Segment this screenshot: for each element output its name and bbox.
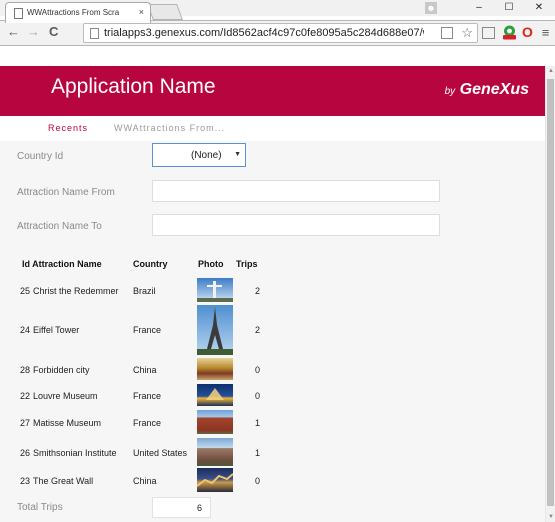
country-select-value: (None) (191, 150, 222, 161)
scrollbar-thumb[interactable] (547, 79, 554, 506)
menu-icon[interactable]: ≡ (538, 25, 553, 40)
table-row[interactable]: 27 Matisse Museum France 1 (0, 410, 545, 434)
scroll-up-icon[interactable]: ▲ (548, 68, 554, 74)
country-select[interactable]: (None) ▼ (152, 143, 246, 167)
page-icon (90, 28, 99, 39)
table-row[interactable]: 28 Forbidden city China 0 (0, 358, 545, 380)
cell-country: Brazil (133, 286, 156, 296)
cast-icon[interactable] (482, 27, 495, 39)
cell-id: 26 (20, 448, 31, 458)
forbidden-city-photo (197, 358, 233, 380)
brand-by: by (444, 86, 456, 97)
cell-country: China (133, 365, 157, 375)
great-wall-photo (197, 468, 233, 492)
tab-title: WWAttractions From Scra (27, 8, 120, 17)
table-row[interactable]: 24 Eiffel Tower France 2 (0, 305, 545, 355)
scroll-down-icon[interactable]: ▼ (548, 514, 554, 520)
matisse-museum-photo (197, 410, 233, 434)
brand-name: GeneXus (459, 81, 529, 98)
bookmark-star-icon[interactable]: ☆ (461, 25, 473, 41)
table-row[interactable]: 25 Christ the Redemmer Brazil 2 (0, 278, 545, 302)
breadcrumb: Recents WWAttractions From... (0, 116, 545, 141)
name-from-label: Attraction Name From (17, 187, 115, 198)
header-trips[interactable]: Trips (236, 259, 258, 269)
cell-name: The Great Wall (33, 476, 94, 486)
table-row[interactable]: 26 Smithsonian Institute United States 1 (0, 438, 545, 466)
country-label: Country Id (17, 151, 64, 162)
total-trips-value: 6 (197, 503, 203, 513)
browser-tab[interactable]: WWAttractions From Scra × (5, 2, 151, 23)
app-header: Application Name by GeneXus (0, 66, 545, 116)
new-tab-button[interactable] (147, 4, 183, 20)
breadcrumb-current[interactable]: WWAttractions From... (114, 123, 225, 133)
total-trips-label: Total Trips (17, 502, 63, 513)
eiffel-tower-photo (197, 305, 233, 355)
cell-name: Eiffel Tower (33, 325, 80, 335)
cell-id: 23 (20, 476, 31, 486)
cell-country: China (133, 476, 157, 486)
cell-country: France (133, 391, 162, 401)
minimize-button[interactable]: – (464, 0, 494, 16)
total-trips-field: 6 (152, 497, 211, 518)
cell-name: Smithsonian Institute (33, 448, 117, 458)
cell-country: France (133, 418, 162, 428)
cell-country: France (133, 325, 162, 335)
table-row[interactable]: 22 Louvre Museum France 0 (0, 384, 545, 406)
cell-id: 28 (20, 365, 31, 375)
cell-trips: 1 (255, 418, 261, 428)
cell-trips: 2 (255, 286, 261, 296)
close-window-button[interactable]: ✕ (524, 0, 554, 16)
cell-name: Matisse Museum (33, 418, 102, 428)
cell-id: 27 (20, 418, 31, 428)
header-photo[interactable]: Photo (198, 259, 224, 269)
cell-trips: 0 (255, 365, 261, 375)
forward-icon[interactable]: → (27, 24, 40, 40)
cell-trips: 0 (255, 476, 261, 486)
breadcrumb-recents[interactable]: Recents (48, 123, 88, 133)
vertical-scrollbar[interactable]: ▲ ▼ (545, 66, 555, 522)
cell-id: 24 (20, 325, 31, 335)
extension-icon[interactable] (502, 25, 517, 40)
back-icon[interactable]: ← (7, 24, 20, 40)
cell-country: United States (133, 448, 188, 458)
tab-close-icon[interactable]: × (139, 7, 144, 17)
browser-toolbar: ← → C trialapps3.genexus.com/Id8562acf4c… (0, 20, 555, 46)
cell-name: Louvre Museum (33, 391, 98, 401)
smithsonian-photo (197, 438, 233, 466)
christ-redeemer-photo (197, 278, 233, 302)
cell-name: Forbidden city (33, 365, 90, 375)
chevron-down-icon: ▼ (234, 151, 241, 158)
cell-trips: 1 (255, 448, 261, 458)
cell-trips: 2 (255, 325, 261, 335)
table-row[interactable]: 23 The Great Wall China 0 (0, 468, 545, 492)
cell-trips: 0 (255, 391, 261, 401)
cell-id: 22 (20, 391, 31, 401)
name-from-input[interactable] (152, 180, 440, 202)
page-icon (14, 8, 23, 19)
maximize-button[interactable]: ☐ (494, 0, 524, 16)
address-bar[interactable]: trialapps3.genexus.com/Id8562acf4c97c0fe… (83, 23, 478, 43)
louvre-photo (197, 384, 233, 406)
profile-icon[interactable]: ☻ (425, 2, 437, 14)
cell-id: 25 (20, 286, 31, 296)
cell-name: Christ the Redemmer (33, 286, 119, 296)
header-id-name[interactable]: Id Attraction Name (22, 259, 102, 269)
url-text[interactable]: trialapps3.genexus.com/Id8562acf4c97c0fe… (104, 27, 424, 40)
header-country[interactable]: Country (133, 259, 168, 269)
translate-icon[interactable] (441, 27, 453, 39)
name-to-input[interactable] (152, 214, 440, 236)
reload-icon[interactable]: C (49, 24, 58, 40)
genexus-logo: by GeneXus (445, 81, 529, 99)
name-to-label: Attraction Name To (17, 221, 102, 232)
app-title: Application Name (51, 75, 216, 98)
opera-extension-icon[interactable]: O (520, 25, 535, 40)
